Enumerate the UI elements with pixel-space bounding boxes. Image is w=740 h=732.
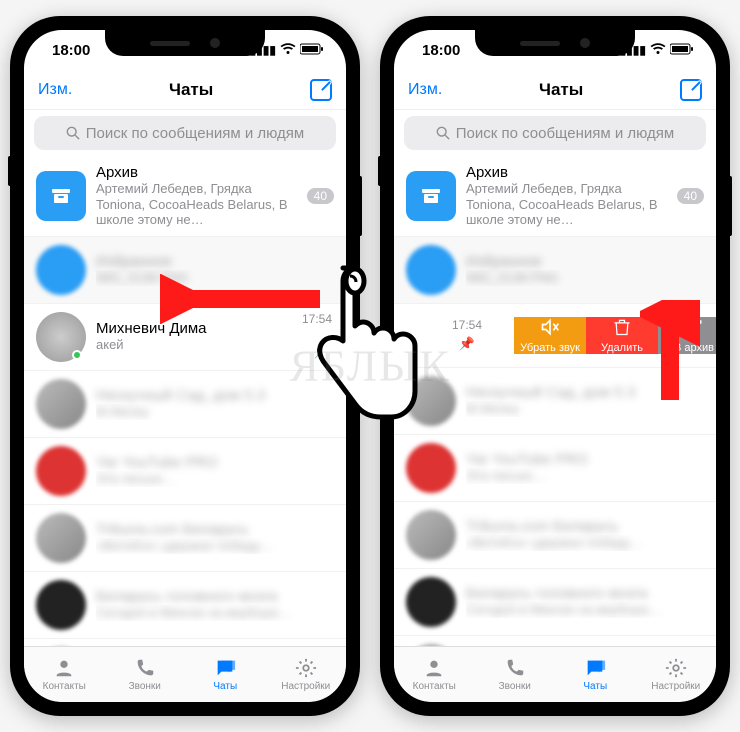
tab-contacts[interactable]: Контакты xyxy=(24,647,105,702)
tab-contacts[interactable]: Контакты xyxy=(394,647,475,702)
edit-button[interactable]: Изм. xyxy=(38,81,72,99)
list-item[interactable]: Квартал Нескучный Сад, Нове…Тётя xyxy=(24,639,346,646)
archive-row[interactable]: Архив Артемий Лебедев, Грядка Toniona, C… xyxy=(24,156,346,237)
wifi-icon xyxy=(650,43,666,58)
swipe-mute-button[interactable]: Убрать звук xyxy=(514,317,586,354)
archive-icon xyxy=(406,171,456,221)
search-icon xyxy=(436,126,450,140)
tab-settings[interactable]: Настройки xyxy=(266,647,347,702)
search-placeholder: Поиск по сообщениям и людям xyxy=(86,125,305,142)
tab-chats[interactable]: Чаты xyxy=(555,647,636,702)
archive-preview: Артемий Лебедев, Грядка Toniona, CocoaHe… xyxy=(96,181,297,228)
pin-icon: 📌 xyxy=(459,336,475,352)
chat-subtitle: акей xyxy=(96,337,334,353)
battery-icon xyxy=(300,43,324,58)
list-item[interactable]: Беларусь головного мозгаСегодня в Минске… xyxy=(394,569,716,636)
avatar xyxy=(406,577,456,627)
list-item[interactable]: Квартал Нескучный Сад, Нове…Тётя xyxy=(394,636,716,646)
avatar xyxy=(406,510,456,560)
page-title: Чаты xyxy=(169,80,213,100)
archive-title: Архив xyxy=(96,164,297,181)
annotation-finger-icon xyxy=(300,248,420,448)
avatar xyxy=(36,446,86,496)
search-input[interactable]: Поиск по сообщениям и людям xyxy=(404,116,706,150)
tab-calls[interactable]: Звонки xyxy=(475,647,556,702)
annotation-arrow-up xyxy=(640,300,700,410)
status-time: 18:00 xyxy=(52,42,90,59)
trash-icon xyxy=(612,317,632,337)
nav-bar: Изм. Чаты xyxy=(394,70,716,110)
mute-icon xyxy=(540,317,560,337)
notch xyxy=(475,30,635,56)
avatar xyxy=(36,379,86,429)
avatar xyxy=(36,513,86,563)
archive-icon xyxy=(36,171,86,221)
chat-list[interactable]: Архив Артемий Лебедев, Грядка Toniona, C… xyxy=(24,156,346,646)
list-item[interactable]: Yar YouTube PROЭта писько… xyxy=(394,435,716,502)
avatar xyxy=(36,580,86,630)
compose-icon[interactable] xyxy=(310,79,332,101)
nav-bar: Изм. Чаты xyxy=(24,70,346,110)
search-icon xyxy=(66,126,80,140)
archive-row[interactable]: Архив Артемий Лебедев, Грядка Toniona, C… xyxy=(394,156,716,237)
screen-left: 18:00 ▮▮▮▮ Изм. Чаты Поиск по сообщениям… xyxy=(24,30,346,702)
list-item[interactable]: Tribuna.com Беларусь«Витебск» удержал по… xyxy=(394,502,716,569)
archive-title: Архив xyxy=(466,164,667,181)
list-item[interactable]: Избранное IMG_0138.PNG xyxy=(394,237,716,304)
archive-count-badge: 40 xyxy=(677,188,704,204)
search-placeholder: Поиск по сообщениям и людям xyxy=(456,125,675,142)
page-title: Чаты xyxy=(539,80,583,100)
compose-icon[interactable] xyxy=(680,79,702,101)
chat-time: 17:54 xyxy=(452,318,482,332)
battery-icon xyxy=(670,43,694,58)
tab-settings[interactable]: Настройки xyxy=(636,647,717,702)
tab-bar: Контакты Звонки Чаты Настройки xyxy=(394,646,716,702)
wifi-icon xyxy=(280,43,296,58)
list-item[interactable]: Tribuna.com Беларусь«Витебск» удержал по… xyxy=(24,505,346,572)
list-item[interactable]: Беларусь головного мозгаСегодня в Минске… xyxy=(24,572,346,639)
tab-calls[interactable]: Звонки xyxy=(105,647,186,702)
avatar xyxy=(406,443,456,493)
notch xyxy=(105,30,265,56)
tab-bar: Контакты Звонки Чаты Настройки xyxy=(24,646,346,702)
edit-button[interactable]: Изм. xyxy=(408,81,442,99)
list-item[interactable]: Нескучный Сад, дом 5.3M Alexey xyxy=(24,371,346,438)
tab-chats[interactable]: Чаты xyxy=(185,647,266,702)
list-item[interactable]: Yar YouTube PROЭта писько… xyxy=(24,438,346,505)
archive-count-badge: 40 xyxy=(307,188,334,204)
avatar xyxy=(406,644,456,646)
status-time: 18:00 xyxy=(422,42,460,59)
online-dot xyxy=(72,350,82,360)
search-input[interactable]: Поиск по сообщениям и людям xyxy=(34,116,336,150)
saved-icon xyxy=(36,245,86,295)
archive-preview: Артемий Лебедев, Грядка Toniona, CocoaHe… xyxy=(466,181,667,228)
